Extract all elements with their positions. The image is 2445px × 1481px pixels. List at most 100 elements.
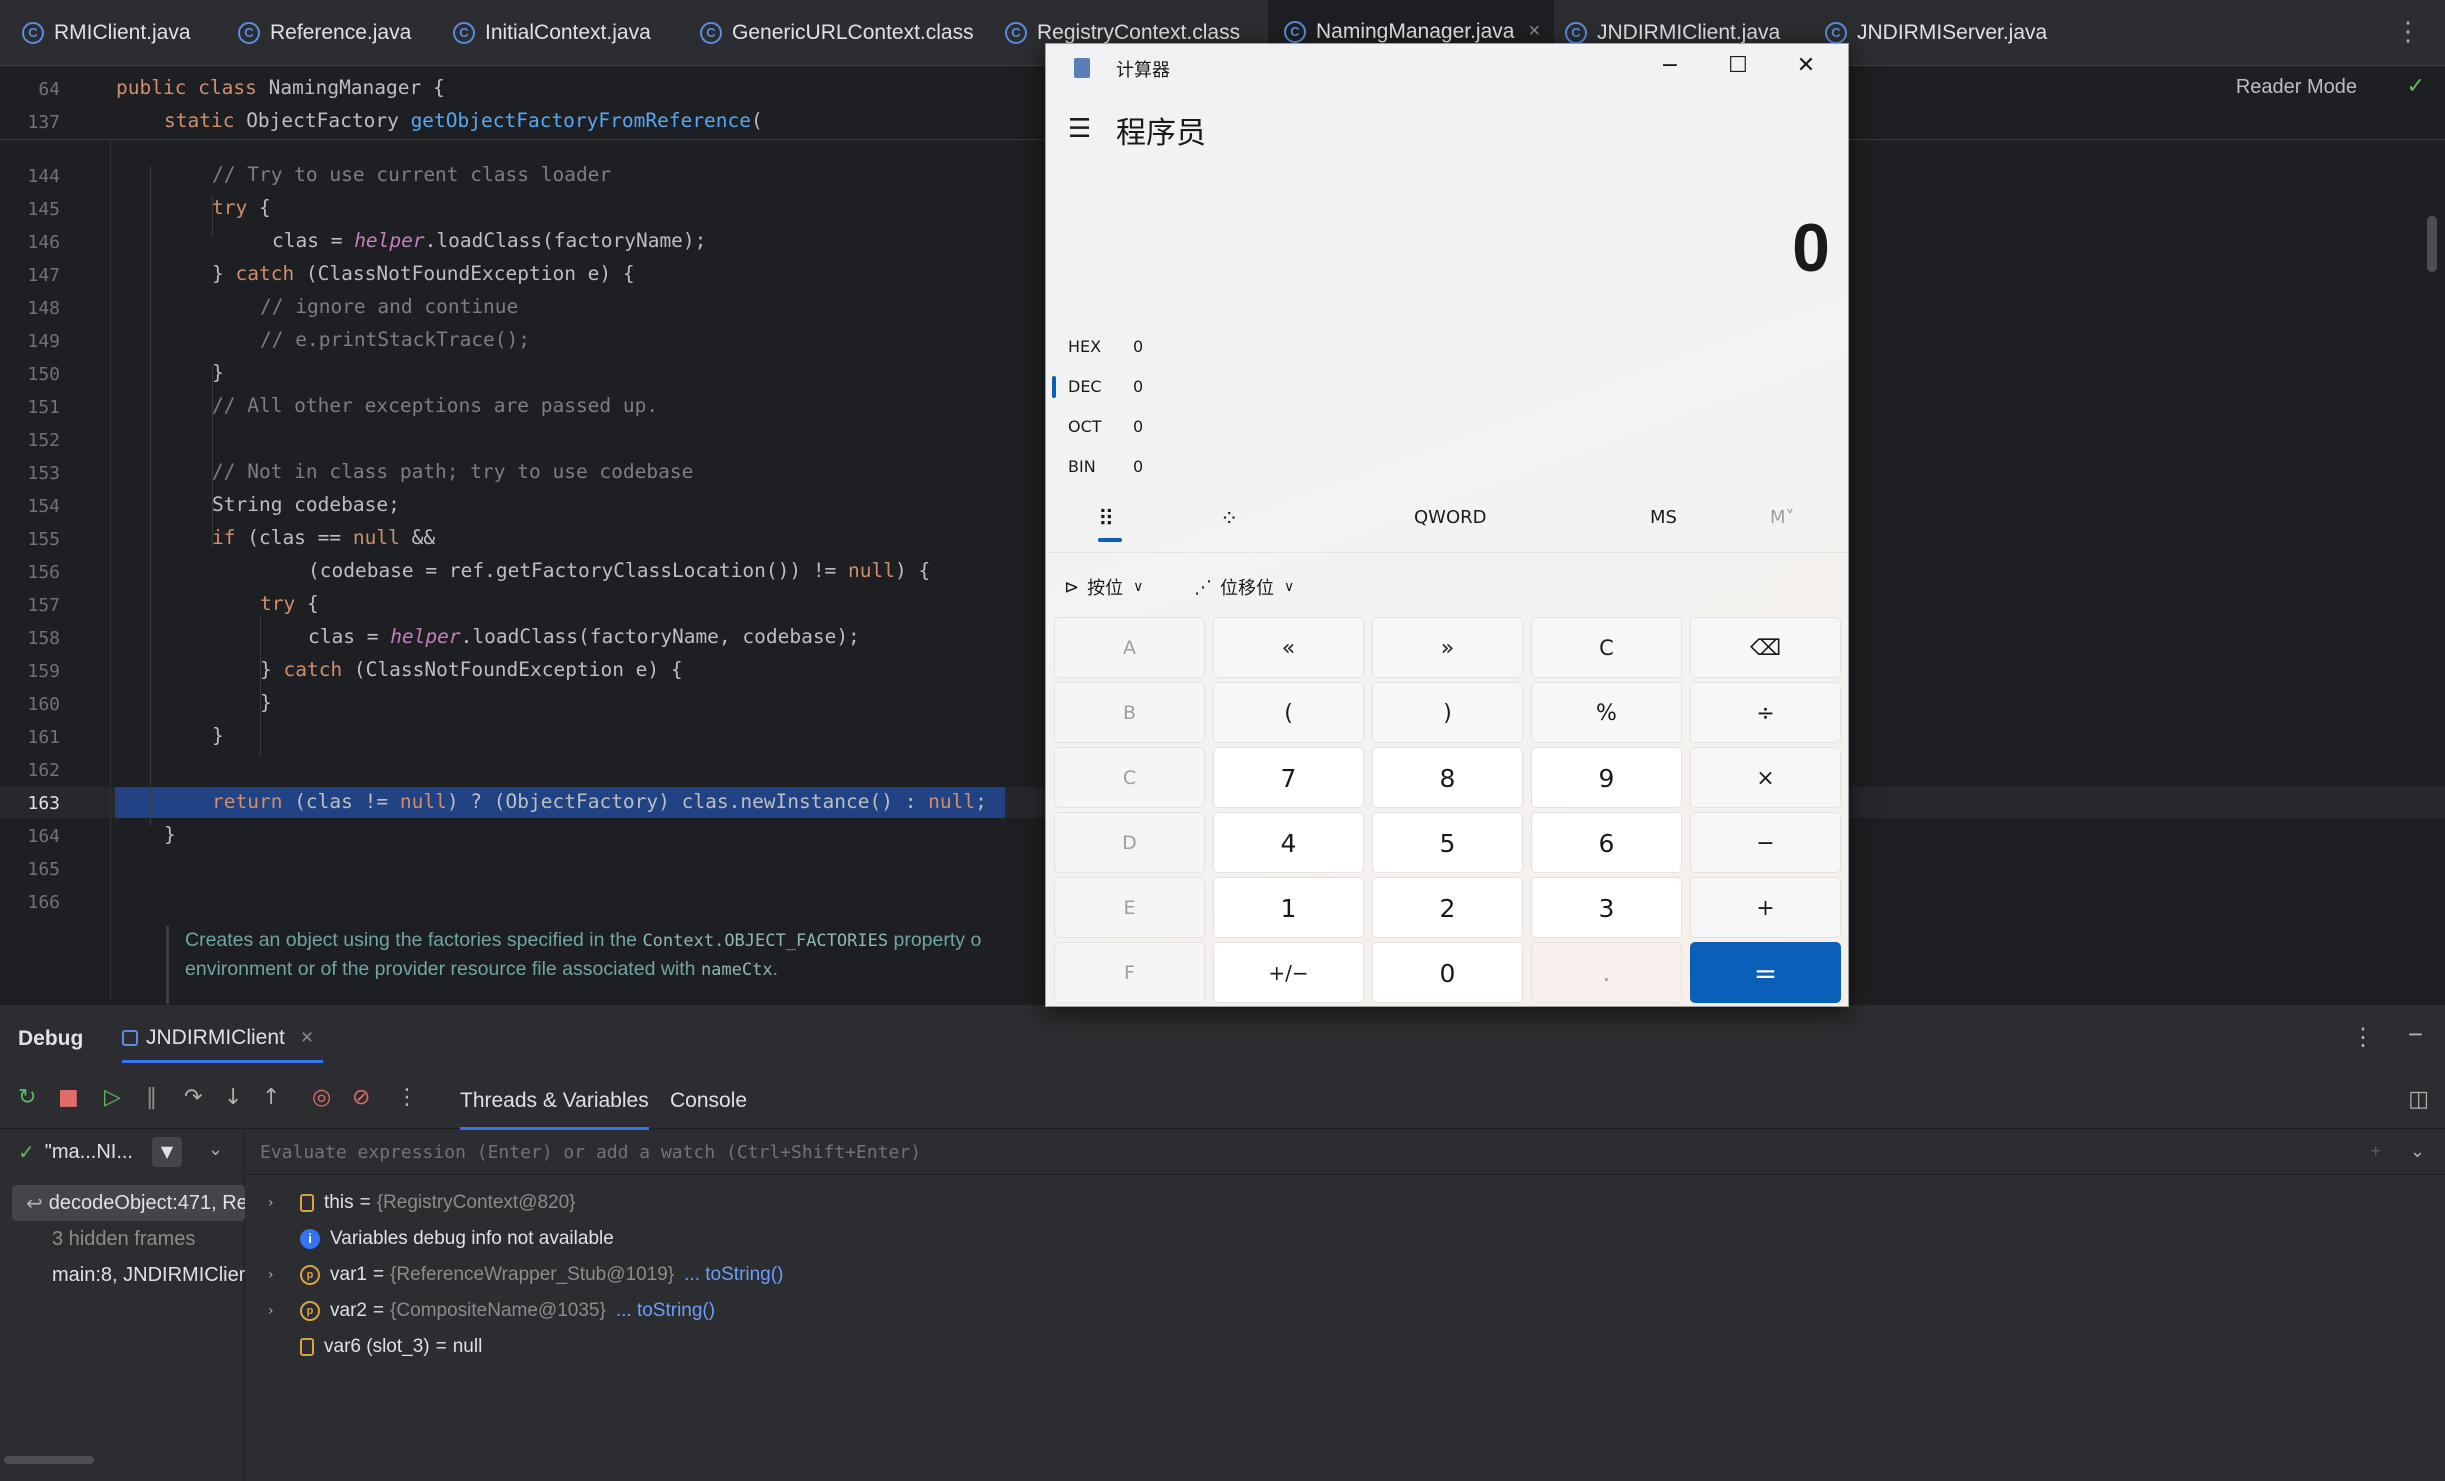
key-shift-left[interactable]: «: [1213, 617, 1364, 678]
layout-icon[interactable]: ◫: [2408, 1087, 2429, 1112]
tab-label: GenericURLContext.class: [732, 21, 974, 44]
variable-row[interactable]: var6 (slot_3) = null: [268, 1330, 482, 1364]
key-divide[interactable]: ÷: [1690, 682, 1841, 743]
editor-scrollbar[interactable]: [2427, 216, 2437, 272]
pause-icon[interactable]: ‖: [146, 1085, 157, 1110]
keyword: catch: [235, 262, 295, 285]
resume-icon[interactable]: ▷: [104, 1085, 121, 1110]
tab-threads-variables[interactable]: Threads & Variables: [460, 1089, 649, 1130]
code-line: try {: [212, 196, 271, 219]
tab-reference[interactable]: C Reference.java: [238, 0, 411, 66]
key-e[interactable]: E: [1054, 877, 1205, 938]
add-watch-icon[interactable]: +: [2370, 1141, 2381, 1162]
tab-jndirmiserver[interactable]: C JNDIRMIServer.java: [1825, 0, 2047, 66]
key-6[interactable]: 6: [1531, 812, 1682, 873]
more-icon[interactable]: ⋮: [396, 1085, 418, 1110]
line-number: 137: [27, 112, 60, 133]
key-5[interactable]: 5: [1372, 812, 1523, 873]
filter-icon[interactable]: ▼: [152, 1137, 182, 1167]
bit-toggle-icon[interactable]: ⁘: [1220, 507, 1238, 532]
tab-genericurlcontext[interactable]: C GenericURLContext.class: [700, 0, 974, 66]
more-tabs-icon[interactable]: ⋮: [2395, 16, 2421, 47]
key-a[interactable]: A: [1054, 617, 1205, 678]
key-7[interactable]: 7: [1213, 747, 1364, 808]
class-name: NamingManager {: [268, 76, 445, 99]
bitshift-dropdown[interactable]: ⋰ 位移位 ∨: [1194, 574, 1294, 600]
key-f[interactable]: F: [1054, 942, 1205, 1003]
variable-row[interactable]: › p var2 = {CompositeName@1035} ... toString(…: [268, 1294, 715, 1328]
tab-rmiclient[interactable]: C RMIClient.java: [22, 0, 191, 66]
radix-hex[interactable]: HEX 0: [1068, 331, 1143, 361]
radix-bin[interactable]: BIN 0: [1068, 451, 1143, 481]
step-over-icon[interactable]: ↷: [184, 1085, 202, 1110]
chevron-down-icon[interactable]: ⌄: [208, 1139, 223, 1160]
key-9[interactable]: 9: [1531, 747, 1682, 808]
view-breakpoints-icon[interactable]: ◎: [312, 1085, 331, 1110]
stop-icon[interactable]: ■: [58, 1085, 79, 1110]
indent-guide: [150, 166, 151, 826]
key-8[interactable]: 8: [1372, 747, 1523, 808]
word-size-button[interactable]: QWORD: [1414, 507, 1487, 528]
key-shift-right[interactable]: »: [1372, 617, 1523, 678]
tab-console[interactable]: Console: [670, 1089, 747, 1113]
hidden-frames[interactable]: 3 hidden frames: [12, 1221, 245, 1257]
memory-store-button[interactable]: MS: [1650, 507, 1677, 528]
key-d[interactable]: D: [1054, 812, 1205, 873]
calculator-titlebar[interactable]: 计算器 − ☐ ✕: [1046, 44, 1848, 88]
stack-frame[interactable]: main:8, JNDIRMIClient: [12, 1257, 245, 1293]
stack-frame[interactable]: ↩ decodeObject:471, Re: [12, 1185, 245, 1221]
step-into-icon[interactable]: ↓: [224, 1085, 242, 1110]
bitwise-dropdown[interactable]: ⊳ 按位 ∨: [1064, 574, 1143, 600]
code-text: }: [260, 658, 284, 681]
key-negate[interactable]: +/−: [1213, 942, 1364, 1003]
memory-list-button[interactable]: M˅: [1770, 507, 1795, 528]
radix-oct[interactable]: OCT 0: [1068, 411, 1143, 441]
hamburger-menu-icon[interactable]: ☰: [1068, 114, 1091, 144]
minimize-icon[interactable]: −: [2408, 1019, 2423, 1050]
variable-row[interactable]: › this = {RegistryContext@820}: [268, 1186, 576, 1220]
line-number: 165: [27, 859, 60, 880]
evaluate-input[interactable]: [260, 1137, 2160, 1167]
keypad-icon[interactable]: ⠿: [1098, 507, 1114, 532]
key-plus[interactable]: +: [1690, 877, 1841, 938]
key-0[interactable]: 0: [1372, 942, 1523, 1003]
mute-breakpoints-icon[interactable]: ⊘: [352, 1085, 370, 1110]
key-clear[interactable]: C: [1531, 617, 1682, 678]
options-icon[interactable]: ⋮: [2351, 1023, 2375, 1052]
debug-session-tab[interactable]: JNDIRMIClient ×: [122, 1015, 324, 1063]
step-out-icon[interactable]: ↑: [262, 1085, 280, 1110]
close-icon[interactable]: ✕: [1772, 48, 1840, 84]
key-4[interactable]: 4: [1213, 812, 1364, 873]
expand-arrow-icon[interactable]: ›: [268, 1267, 300, 1283]
key-multiply[interactable]: ×: [1690, 747, 1841, 808]
key-2[interactable]: 2: [1372, 877, 1523, 938]
radix-dec[interactable]: DEC 0: [1051, 371, 1143, 401]
expand-arrow-icon[interactable]: ›: [268, 1303, 300, 1319]
chevron-down-icon[interactable]: ⌄: [2410, 1141, 2425, 1162]
close-icon[interactable]: ×: [301, 1026, 313, 1050]
key-decimal[interactable]: .: [1531, 942, 1682, 1003]
maximize-icon[interactable]: ☐: [1704, 48, 1772, 84]
tostring-link[interactable]: ... toString(): [684, 1264, 783, 1286]
key-c-hex[interactable]: C: [1054, 747, 1205, 808]
key-3[interactable]: 3: [1531, 877, 1682, 938]
doc-code: Context.OBJECT_FACTORIES: [642, 931, 889, 951]
key-backspace[interactable]: ⌫: [1690, 617, 1841, 678]
tab-initialcontext[interactable]: C InitialContext.java: [453, 0, 651, 66]
key-open-paren[interactable]: (: [1213, 682, 1364, 743]
key-minus[interactable]: −: [1690, 812, 1841, 873]
variable-row[interactable]: › p var1 = {ReferenceWrapper_Stub@1019} ... t…: [268, 1258, 783, 1292]
key-close-paren[interactable]: ): [1372, 682, 1523, 743]
reader-mode-toggle[interactable]: Reader Mode: [2236, 76, 2357, 99]
close-icon[interactable]: ×: [1528, 20, 1540, 43]
horizontal-scrollbar[interactable]: [4, 1456, 94, 1464]
tostring-link[interactable]: ... toString(): [616, 1300, 715, 1322]
rerun-icon[interactable]: ↻: [18, 1085, 36, 1110]
key-equals[interactable]: =: [1690, 942, 1841, 1003]
key-b[interactable]: B: [1054, 682, 1205, 743]
key-1[interactable]: 1: [1213, 877, 1364, 938]
expand-arrow-icon[interactable]: ›: [268, 1195, 300, 1211]
line-number-gutter: 143 144 145 146 147 148 149 150 151 152 …: [0, 66, 110, 1004]
key-modulo[interactable]: %: [1531, 682, 1682, 743]
minimize-icon[interactable]: −: [1636, 48, 1704, 84]
